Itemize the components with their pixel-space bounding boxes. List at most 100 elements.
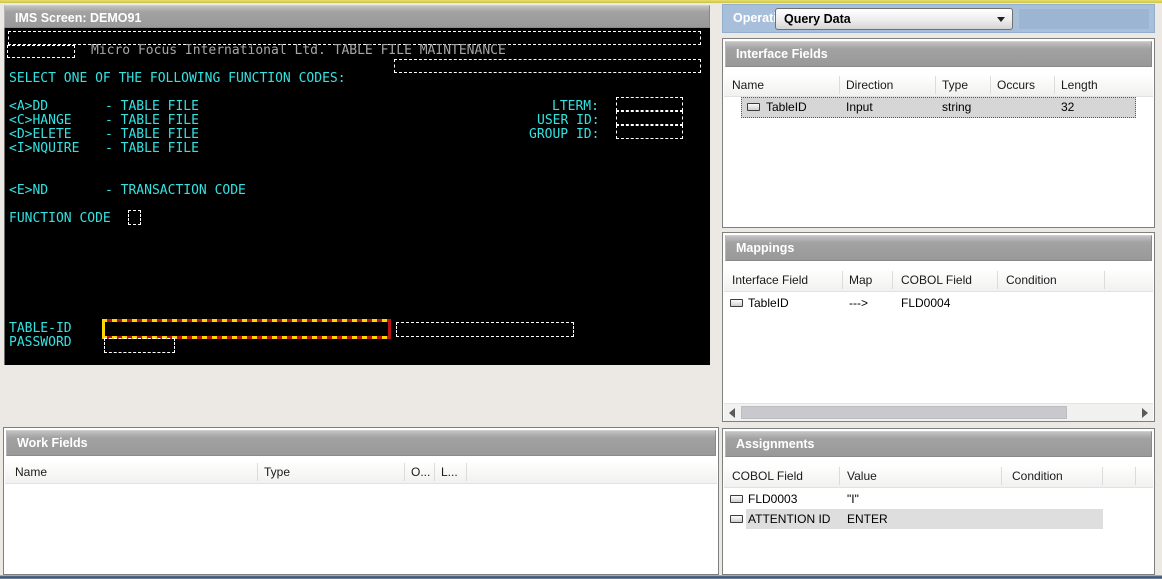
work-fields-header: Work Fields [6,430,716,456]
column-divider [257,463,258,481]
column-divider [466,463,467,481]
function-code-label: FUNCTION CODE [9,212,111,226]
cell-type: string [942,100,971,114]
cell-name: TableID [766,100,807,114]
cell-value: "I" [847,492,859,506]
table-id-field-inner [105,322,388,336]
column-divider [1104,271,1105,289]
col-value: Value [847,469,877,483]
col-condition: Condition [1006,273,1057,287]
col-length: Length [1061,78,1098,92]
table-row[interactable]: TableID Input string 32 [724,97,1153,117]
mappings-header: Mappings [725,235,1152,261]
field-icon [730,495,743,503]
assignments-title: Assignments [736,437,815,451]
chevron-down-icon [997,17,1005,22]
assignments-column-header: COBOL Field Value Condition [724,465,1153,488]
table-row[interactable]: ATTENTION ID ENTER [724,509,1153,529]
col-direction: Direction [846,78,893,92]
password-label: PASSWORD [9,336,72,350]
user-id-field[interactable] [616,111,683,125]
cell-cobol-field: FLD0003 [748,492,797,506]
assignments-panel: Assignments COBOL Field Value Condition … [722,428,1155,575]
col-interface-field: Interface Field [732,273,808,287]
column-divider [839,76,840,94]
work-fields-column-header: Name Type O... L... [5,461,717,484]
work-fields-panel: Work Fields Name Type O... L... [3,427,719,575]
column-divider [1102,467,1103,485]
col-cobol-field: COBOL Field [732,469,803,483]
column-divider [990,76,991,94]
interface-fields-panel: Interface Fields Name Direction Type Occ… [722,38,1155,228]
operation-toolbar: Operation Query Data [722,4,1155,33]
mappings-column-header: Interface Field Map COBOL Field Conditio… [724,269,1153,292]
ims-screen-title: IMS Screen: DEMO91 [15,11,141,25]
lterm-label: LTERM: [552,100,599,114]
col-cobol-field: COBOL Field [901,273,972,287]
col-occurs: Occurs [997,78,1035,92]
scroll-right-icon [1142,408,1148,418]
col-name: Name [732,78,764,92]
column-divider [1001,467,1002,485]
table-row[interactable]: TableID ---> FLD0004 [724,293,1153,313]
top-accent-strip [0,0,1162,3]
col-type: Type [264,465,290,479]
cell-cobol-field: FLD0004 [901,296,950,310]
horizontal-scrollbar[interactable] [724,403,1153,421]
ims-screen-titlebar: IMS Screen: DEMO91 [4,5,710,28]
col-name: Name [15,465,47,479]
column-divider [434,463,435,481]
fc-end-desc: - TRANSACTION CODE [105,184,246,198]
assignments-header: Assignments [725,431,1152,457]
terminal-field-row3[interactable] [394,59,701,73]
terminal-banner-text: Micro Focus International Ltd. TABLE FIL… [91,44,506,58]
operation-selected-value: Query Data [784,12,851,26]
interface-fields-title: Interface Fields [736,47,828,61]
cell-map: ---> [849,296,868,310]
field-icon [730,299,743,307]
fc-inquire-desc: - TABLE FILE [105,142,199,156]
cell-interface-field: TableID [748,296,789,310]
function-code-field[interactable] [128,210,141,225]
terminal-screen[interactable]: Micro Focus International Ltd. TABLE FIL… [4,28,710,365]
fc-end-code: <E>ND [9,184,48,198]
field-icon [730,515,743,523]
mappings-panel: Mappings Interface Field Map COBOL Field… [722,232,1155,422]
col-type: Type [942,78,968,92]
window-bottom-edge [0,575,1162,579]
terminal-field-row2[interactable] [7,45,75,58]
table-id-field-selected[interactable] [102,319,391,339]
col-occurs: O... [411,465,430,479]
operation-select[interactable]: Query Data [775,8,1013,30]
column-divider [1135,467,1136,485]
cell-value: ENTER [847,512,888,526]
scrollbar-thumb[interactable] [741,406,1067,419]
table-row[interactable]: FLD0003 "I" [724,489,1153,509]
col-length: L... [441,465,458,479]
scroll-right-button[interactable] [1137,404,1153,421]
fc-delete-code: <D>ELETE [9,128,72,142]
interface-fields-column-header: Name Direction Type Occurs Length [724,74,1153,97]
cell-direction: Input [846,100,873,114]
interface-fields-header: Interface Fields [725,41,1152,67]
terminal-select-line: SELECT ONE OF THE FOLLOWING FUNCTION COD… [9,72,346,86]
password-field[interactable] [104,338,175,353]
user-id-label: USER ID: [537,114,600,128]
column-divider [404,463,405,481]
fc-add-desc: - TABLE FILE [105,100,199,114]
lterm-field[interactable] [616,97,683,111]
col-map: Map [849,273,872,287]
fc-inquire-code: <I>NQUIRE [9,142,79,156]
work-fields-title: Work Fields [17,436,88,450]
fc-change-code: <C>HANGE [9,114,72,128]
scroll-left-button[interactable] [724,404,740,421]
cell-cobol-field: ATTENTION ID [748,512,830,526]
column-divider [839,467,840,485]
column-divider [1054,76,1055,94]
group-id-field[interactable] [616,125,683,139]
table-id-extra-field[interactable] [396,322,574,337]
scroll-left-icon [729,408,735,418]
column-divider [892,271,893,289]
group-id-label: GROUP ID: [529,128,599,142]
table-id-label: TABLE-ID [9,322,72,336]
